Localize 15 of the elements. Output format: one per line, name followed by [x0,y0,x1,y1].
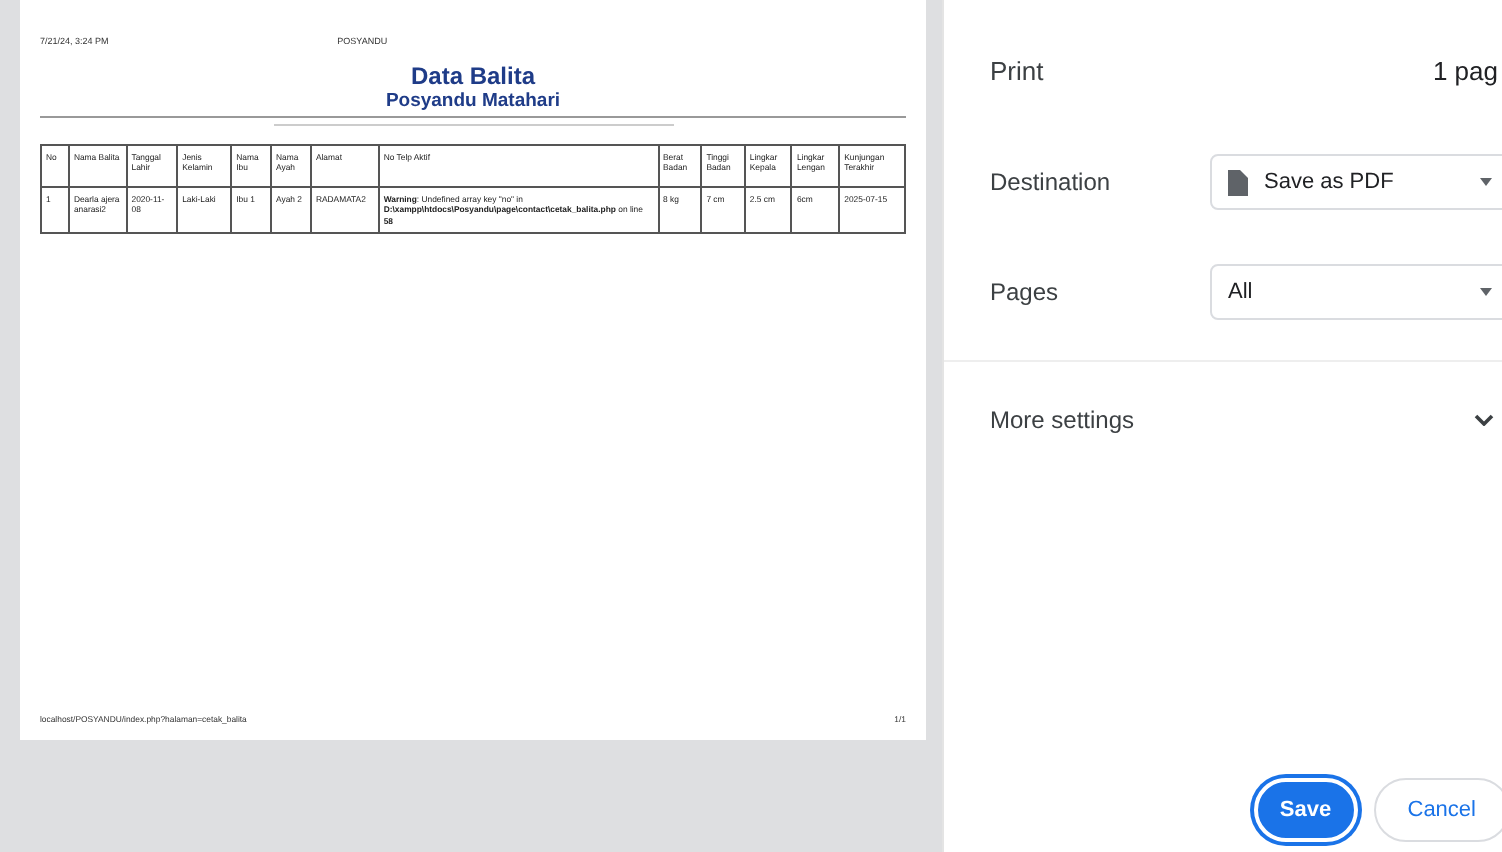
document-icon [1228,169,1248,195]
page-count: 1 pag [1432,55,1498,85]
setting-label: Destination [990,168,1113,196]
more-settings-toggle[interactable]: More settings [990,362,1502,478]
dialog-title: Print [990,55,1044,85]
setting-label: Pages [990,278,1061,306]
caret-icon [1480,178,1492,186]
chevron-down-icon [1474,414,1494,426]
dropdown[interactable]: Save as PDF [1210,154,1502,210]
cancel-button[interactable]: Cancel [1373,778,1502,842]
report-title: Data Balita [408,62,538,90]
dropdown[interactable]: All [1210,264,1502,320]
report-subtitle: Posyandu Matahari [383,90,563,112]
caret-icon [1480,288,1492,296]
save-button[interactable]: Save [1253,778,1358,842]
